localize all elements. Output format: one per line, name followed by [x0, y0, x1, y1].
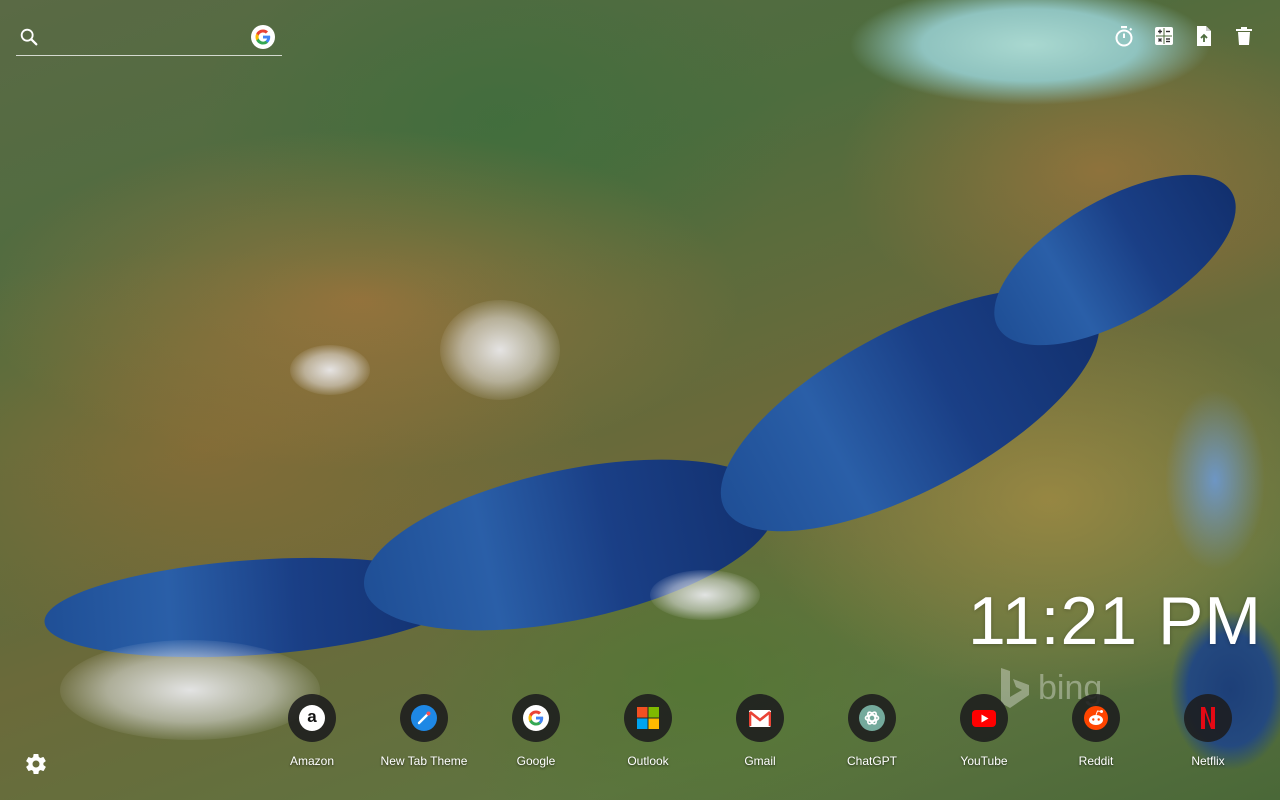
shortcut-label: Outlook: [627, 754, 669, 768]
shortcut-label: Google: [516, 754, 556, 768]
google-search-engine-icon[interactable]: [251, 25, 275, 49]
youtube-icon: [960, 694, 1008, 742]
clock-time: 11:21 PM: [967, 583, 1262, 659]
shortcut-google[interactable]: Google: [480, 694, 592, 774]
shortcut-chatgpt[interactable]: ChatGPT: [816, 694, 928, 774]
file-export-icon[interactable]: [1192, 24, 1216, 48]
shortcut-label: New Tab Theme: [380, 754, 468, 768]
shortcut-reddit[interactable]: Reddit: [1040, 694, 1152, 774]
shortcut-new-tab-theme[interactable]: New Tab Theme: [368, 694, 480, 774]
search-icon: [18, 26, 40, 48]
shortcut-label: Netflix: [1191, 754, 1225, 768]
shortcut-youtube[interactable]: YouTube: [928, 694, 1040, 774]
calculator-icon[interactable]: [1152, 24, 1176, 48]
shortcut-netflix[interactable]: Netflix: [1152, 694, 1264, 774]
shortcut-outlook[interactable]: Outlook: [592, 694, 704, 774]
shortcut-label: Amazon: [289, 754, 335, 768]
search-input[interactable]: [48, 24, 238, 50]
shortcut-label: YouTube: [960, 754, 1008, 768]
new-tab-theme-icon: [400, 694, 448, 742]
reddit-icon: [1072, 694, 1120, 742]
background-clouds: [290, 345, 370, 395]
gmail-icon: [736, 694, 784, 742]
shortcut-gmail[interactable]: Gmail: [704, 694, 816, 774]
shortcut-amazon[interactable]: a Amazon: [256, 694, 368, 774]
google-icon: [512, 694, 560, 742]
shortcut-label: Gmail: [744, 754, 776, 768]
chatgpt-icon: [848, 694, 896, 742]
toolbar: [1112, 24, 1256, 48]
settings-gear-icon[interactable]: [24, 752, 48, 776]
background-clouds: [650, 570, 760, 620]
search-bar[interactable]: [16, 20, 282, 56]
trash-icon[interactable]: [1232, 24, 1256, 48]
microsoft-icon: [624, 694, 672, 742]
shortcut-bar: a Amazon New Tab Theme Google Outlook Gm…: [256, 694, 1280, 774]
background-clouds: [440, 300, 560, 400]
timer-icon[interactable]: [1112, 24, 1136, 48]
shortcut-label: ChatGPT: [846, 754, 897, 768]
amazon-icon: a: [288, 694, 336, 742]
netflix-icon: [1184, 694, 1232, 742]
shortcut-label: Reddit: [1078, 754, 1114, 768]
